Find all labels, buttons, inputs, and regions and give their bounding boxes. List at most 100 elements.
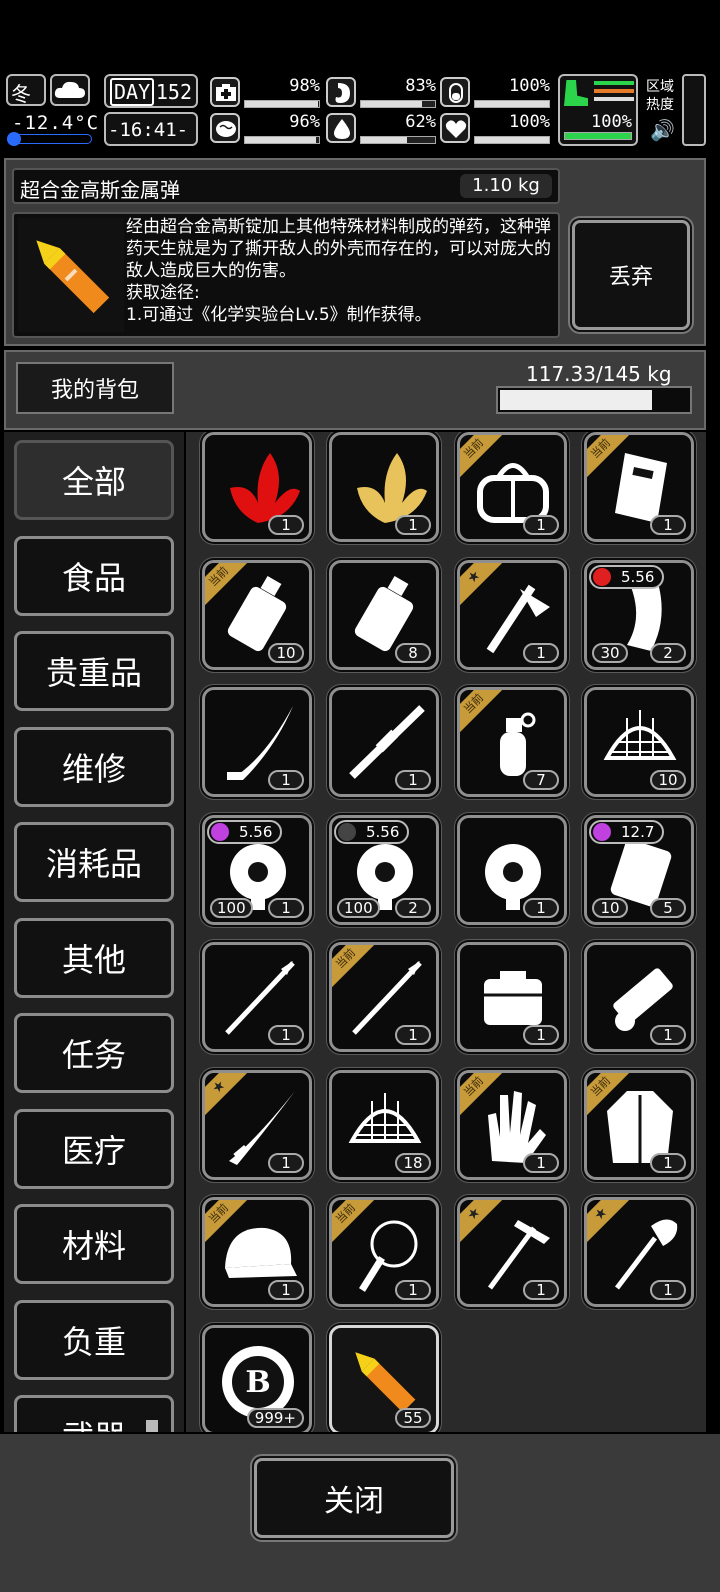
category-tab[interactable]: 任务: [14, 1013, 174, 1093]
category-label: 武器: [62, 1412, 126, 1432]
source-line: 1.可通过《化学实验台Lv.5》制作获得。: [126, 305, 432, 325]
inventory-slot[interactable]: 5.56 100 2: [329, 814, 439, 925]
stat-bar: [474, 100, 550, 108]
inventory-slot[interactable]: 12.7 10 5: [584, 814, 694, 925]
discard-button[interactable]: 丢弃: [572, 220, 690, 330]
inventory-slot[interactable]: 1: [329, 432, 439, 542]
close-label: 关闭: [324, 1484, 384, 1519]
quantity-badge: 1: [395, 515, 431, 535]
inventory-slot[interactable]: 18: [329, 1069, 439, 1180]
inventory-slot[interactable]: 当前 1: [329, 942, 439, 1052]
backpack-capacity: 117.33/145 kg: [526, 362, 672, 386]
category-scroll-indicator[interactable]: [146, 1420, 158, 1432]
stat-bar: [244, 100, 320, 108]
inventory-slot[interactable]: 5.56 100 1: [202, 814, 312, 925]
stat-value: 100%: [509, 112, 550, 132]
quantity-badge: 55: [395, 1407, 431, 1428]
description-body: 经由超合金高斯锭加上其他特殊材料制成的弹药，这种弹药天生就是为了撕开敌人的外壳而…: [126, 217, 551, 281]
quantity-badge: 1: [650, 1025, 686, 1045]
inventory-slot[interactable]: 当前 7: [457, 687, 567, 797]
inventory-slot[interactable]: 55: [329, 1324, 439, 1432]
quantity-badge: 1: [268, 1280, 304, 1300]
inventory-slot[interactable]: 8: [329, 559, 439, 670]
category-label: 任务: [61, 1036, 126, 1074]
category-sidebar[interactable]: 全部食品贵重品维修消耗品其他任务医疗材料负重武器: [4, 432, 184, 1432]
inventory-slot[interactable]: 1: [457, 942, 567, 1052]
stat-brain: 96%: [210, 112, 322, 146]
item-name: 超合金高斯金属弹: [20, 178, 180, 202]
inventory-grid[interactable]: 1 1 当前 1 当前 1 当前 10 8 ★ 1 5.56 30 2 1 1 当前 7 10 5.56 100 1 5.5…: [186, 432, 706, 1432]
caliber-label: 5.56: [621, 567, 655, 586]
zone-heat-meter: [682, 74, 706, 146]
inventory-slot[interactable]: ★ 1: [202, 1069, 312, 1180]
category-label: 医疗: [61, 1131, 126, 1170]
category-label: 消耗品: [45, 845, 142, 883]
inventory-slot[interactable]: 当前 1: [584, 1069, 694, 1180]
close-button[interactable]: 关闭: [254, 1458, 454, 1538]
quantity-badge: 1: [268, 897, 304, 918]
quantity-badge: 7: [523, 770, 559, 790]
quantity-badge: 2: [650, 642, 686, 663]
quantity-badge: 8: [395, 642, 431, 663]
category-tab[interactable]: 消耗品: [14, 822, 174, 902]
discard-label: 丢弃: [608, 265, 653, 290]
stamina-box: 100%: [558, 74, 638, 146]
inventory-slot[interactable]: ★ 1: [457, 1197, 567, 1307]
category-tab[interactable]: 材料: [14, 1204, 174, 1284]
inventory-slot[interactable]: ★ 1: [457, 559, 567, 670]
inventory-slot[interactable]: 1: [202, 432, 312, 542]
backpack-capacity-bar: [496, 386, 692, 414]
day-number: 152: [155, 80, 192, 104]
category-tab[interactable]: 其他: [14, 917, 174, 998]
bladder-icon: [440, 77, 470, 107]
quantity-badge: 1: [523, 1025, 559, 1045]
inventory-slot[interactable]: ★ 1: [584, 1197, 694, 1307]
category-tab[interactable]: 维修: [14, 726, 174, 807]
category-tab[interactable]: 贵重品: [14, 631, 174, 711]
speaker-icon[interactable]: 🔊: [650, 118, 675, 142]
quantity-badge: 1: [268, 1152, 304, 1173]
inventory-slot[interactable]: 10: [584, 687, 694, 797]
inventory-slot[interactable]: 当前 1: [457, 432, 567, 542]
inventory-slot[interactable]: 当前 1: [457, 1069, 567, 1180]
item-detail-panel: 超合金高斯金属弹 1.10 kg 经由超合金高斯锭加上其他特殊材料制成的弹药，这…: [4, 158, 706, 346]
ammo-type-icon: [593, 567, 611, 586]
quantity-badge: 5: [650, 897, 686, 918]
svg-text:B: B: [245, 1365, 270, 1400]
inventory-slot[interactable]: 1: [202, 942, 312, 1052]
stamina-bar: [564, 132, 632, 140]
category-label: 材料: [61, 1227, 126, 1265]
quantity-badge: 1: [650, 1152, 686, 1173]
caliber-label: 5.56: [239, 822, 273, 841]
inventory-slot[interactable]: 当前 10: [202, 559, 312, 670]
caliber-badge: 12.7: [589, 819, 665, 844]
day-box: DAY 152: [104, 74, 198, 108]
inventory-slot[interactable]: 1: [329, 687, 439, 797]
stat-value: 62%: [405, 112, 436, 132]
category-tab[interactable]: 医疗: [14, 1108, 174, 1189]
sub-quantity-badge: 30: [592, 642, 628, 663]
inventory-slot[interactable]: 1: [457, 814, 567, 925]
inventory-slot[interactable]: 1: [584, 942, 694, 1052]
inventory-slot[interactable]: 当前 1: [584, 432, 694, 542]
quantity-badge: 1: [523, 897, 559, 918]
inventory-slot[interactable]: 当前 1: [202, 1197, 312, 1307]
backpack-title: 我的背包: [50, 378, 139, 403]
sub-quantity-badge: 100: [210, 897, 253, 918]
category-tab[interactable]: 全部: [14, 440, 174, 520]
item-description-box: 经由超合金高斯锭加上其他特殊材料制成的弹药，这种弹药天生就是为了撕开敌人的外壳而…: [12, 212, 560, 338]
stomach-icon: [326, 77, 356, 107]
category-tab[interactable]: 负重: [14, 1299, 174, 1380]
sub-quantity-badge: 100: [337, 897, 380, 918]
inventory-slot[interactable]: 5.56 30 2: [584, 559, 694, 670]
medkit-icon: [210, 77, 240, 107]
stat-bar: [474, 136, 550, 144]
inventory-slot[interactable]: 1: [202, 687, 312, 797]
quantity-badge: 1: [395, 1280, 431, 1300]
stat-value: 83%: [405, 76, 436, 96]
stat-value: 100%: [509, 76, 550, 96]
inventory-slot[interactable]: B 999+: [202, 1324, 312, 1432]
category-tab[interactable]: 食品: [14, 535, 174, 616]
sub-quantity-badge: 10: [592, 897, 628, 918]
inventory-slot[interactable]: 当前 1: [329, 1197, 439, 1307]
